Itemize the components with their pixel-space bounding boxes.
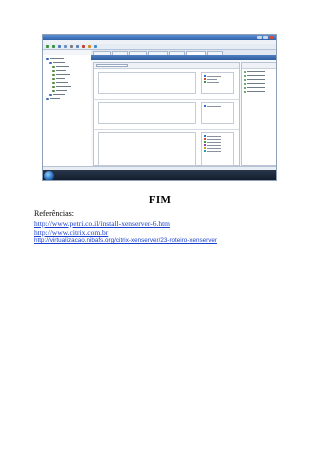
- tree-item: [52, 69, 66, 72]
- tree-item: [46, 57, 64, 60]
- side-list-item: [244, 70, 265, 73]
- tree-item: [52, 73, 70, 76]
- graph-legend: [201, 72, 234, 94]
- window-controls: [257, 36, 274, 39]
- graph-plot-area: [98, 72, 196, 94]
- main-panel: [91, 50, 276, 177]
- start-orb-icon: [44, 171, 54, 180]
- side-list-item: [244, 90, 265, 93]
- shutdown-icon: [82, 45, 85, 48]
- reboot-icon: [88, 45, 91, 48]
- graph-plot-area: [98, 102, 196, 124]
- minimize-icon: [257, 36, 262, 39]
- graph-legend: [201, 132, 234, 166]
- side-list-item: [244, 86, 265, 89]
- tree-item: [52, 65, 69, 68]
- forward-icon: [52, 45, 55, 48]
- reference-link[interactable]: http://www.citrix.com.br: [34, 228, 108, 237]
- tree-item: [52, 77, 65, 80]
- side-list-header: [242, 63, 276, 69]
- graph-selector: [96, 64, 128, 67]
- add-server-icon: [58, 45, 61, 48]
- os-taskbar: [43, 170, 276, 180]
- tree-item: [49, 61, 65, 64]
- closing-heading: FIM: [148, 194, 172, 206]
- performance-panel: [93, 62, 241, 177]
- side-list-item: [244, 78, 265, 81]
- reference-link[interactable]: http://www.petri.co.il/install-xenserver…: [34, 219, 170, 228]
- embedded-screenshot: [42, 34, 277, 181]
- new-pool-icon: [64, 45, 67, 48]
- document-page: FIM Referências: http://www.petri.co.il/…: [0, 0, 320, 453]
- new-storage-icon: [70, 45, 73, 48]
- tree-item: [49, 93, 65, 96]
- side-list-item: [244, 74, 265, 77]
- tree-item: [46, 97, 60, 100]
- performance-graph: [94, 99, 239, 130]
- performance-graph: [94, 69, 239, 100]
- performance-graph: [94, 129, 239, 169]
- close-icon: [269, 36, 274, 39]
- graph-plot-area: [98, 132, 196, 166]
- back-icon: [46, 45, 49, 48]
- maximize-icon: [263, 36, 268, 39]
- new-vm-icon: [76, 45, 79, 48]
- tree-item: [52, 89, 67, 92]
- reference-link[interactable]: http://virtualizacao.nibafs.org/citrix-x…: [34, 237, 217, 244]
- resource-tree: [43, 55, 92, 166]
- references-title: Referências:: [34, 209, 74, 218]
- suspend-icon: [94, 45, 97, 48]
- panel-header: [91, 55, 276, 60]
- graph-legend: [201, 102, 234, 124]
- tree-item: [52, 81, 68, 84]
- side-list-panel: [241, 62, 276, 166]
- tree-item: [52, 85, 71, 88]
- side-list-item: [244, 82, 265, 85]
